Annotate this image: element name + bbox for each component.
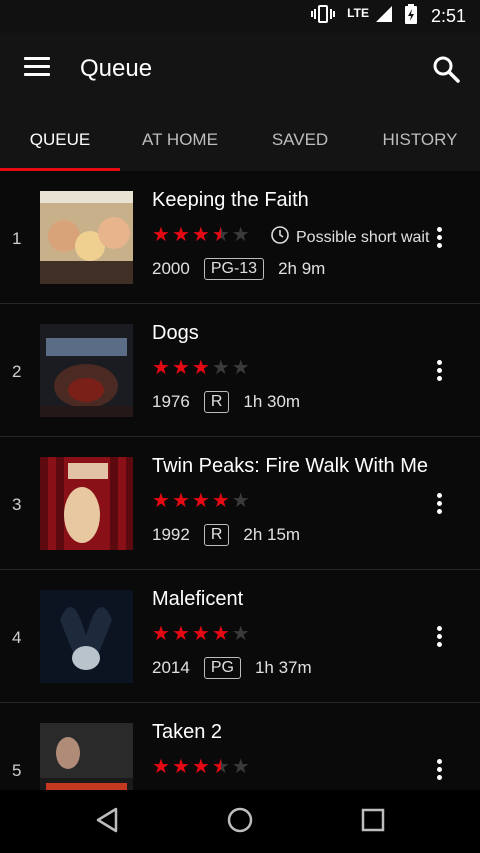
duration: 2h 15m: [243, 525, 301, 544]
tab-at-home[interactable]: AT HOME: [120, 106, 240, 171]
more-options-icon[interactable]: [434, 759, 444, 783]
system-nav-bar: [0, 790, 480, 853]
star-icon: ★: [191, 490, 210, 512]
star-empty-icon: ★: [231, 756, 250, 778]
title: Taken 2: [152, 721, 223, 743]
queue-position: 2: [12, 362, 22, 381]
tab-saved[interactable]: SAVED: [240, 106, 360, 171]
search-icon[interactable]: [432, 55, 460, 83]
list-item[interactable]: 5 Taken 2 ★ ★ ★ ★ ★: [0, 703, 480, 790]
meta-info: 2000 PG-13 2h 9m: [152, 258, 325, 280]
half-star-icon: ★: [211, 756, 230, 778]
year: 2000: [152, 259, 190, 278]
poster-image: [40, 324, 133, 417]
clock: 2:51: [430, 6, 466, 26]
star-icon: ★: [152, 224, 170, 246]
meta-info: 1976 R 1h 30m: [152, 391, 300, 413]
app-bar: Queue: [0, 33, 480, 106]
rating-badge: PG-13: [203, 258, 265, 280]
star-rating: ★ ★ ★ ★ ★: [152, 225, 250, 245]
star-icon: ★: [171, 623, 190, 645]
title: Dogs: [152, 322, 199, 344]
signal-icon: [375, 5, 393, 28]
star-icon: ★: [191, 756, 210, 778]
back-icon[interactable]: [94, 806, 120, 839]
title: Twin Peaks: Fire Walk With Me: [152, 455, 428, 477]
star-empty-icon: ★: [231, 224, 250, 246]
star-icon: ★: [171, 224, 190, 246]
more-options-icon[interactable]: [434, 360, 444, 384]
tab-history[interactable]: HISTORY: [360, 106, 480, 171]
queue-list: 1 Keeping the Faith ★ ★ ★ ★ ★ Possible s…: [0, 171, 480, 790]
tab-queue[interactable]: QUEUE: [0, 106, 120, 171]
queue-position: 5: [12, 761, 22, 780]
star-icon: ★: [191, 224, 210, 246]
star-icon: ★: [211, 490, 230, 512]
star-icon: ★: [152, 623, 170, 645]
star-empty-icon: ★: [231, 357, 250, 379]
vibrate-icon: [311, 4, 336, 29]
rating-badge: R: [203, 524, 230, 546]
home-icon[interactable]: [226, 806, 254, 839]
network-type: LTE: [347, 5, 369, 20]
star-icon: ★: [171, 490, 190, 512]
star-icon: ★: [191, 357, 210, 379]
queue-position: 1: [12, 229, 22, 248]
more-options-icon[interactable]: [434, 626, 444, 650]
poster-image: [40, 457, 133, 550]
wait-text: Possible short wait: [296, 228, 430, 246]
duration: 1h 30m: [243, 392, 301, 411]
star-empty-icon: ★: [231, 490, 250, 512]
star-icon: ★: [152, 490, 170, 512]
star-rating: ★ ★ ★ ★ ★: [152, 757, 250, 777]
queue-position: 4: [12, 628, 22, 647]
poster-image: [40, 723, 133, 790]
status-bar: LTE 2:51: [0, 0, 480, 33]
star-rating: ★ ★ ★ ★ ★: [152, 491, 250, 511]
star-icon: ★: [152, 357, 170, 379]
star-empty-icon: ★: [231, 623, 250, 645]
list-item[interactable]: 4 Maleficent ★ ★ ★ ★ ★ 2014 PG 1h 37m: [0, 570, 480, 703]
more-options-icon[interactable]: [434, 493, 444, 517]
meta-info: 2014 PG 1h 37m: [152, 657, 312, 679]
meta-info: 1992 R 2h 15m: [152, 524, 300, 546]
star-icon: ★: [152, 756, 170, 778]
rating-badge: PG: [203, 657, 241, 679]
year: 1992: [152, 525, 190, 544]
star-icon: ★: [191, 623, 210, 645]
page-title: Queue: [80, 55, 153, 82]
list-item[interactable]: 3 Twin Peaks: Fire Walk With Me ★ ★ ★ ★ …: [0, 437, 480, 570]
clock-icon: [270, 225, 290, 250]
title: Keeping the Faith: [152, 189, 309, 211]
battery-charging-icon: [404, 4, 417, 29]
queue-position: 3: [12, 495, 22, 514]
list-item[interactable]: 2 Dogs ★ ★ ★ ★ ★ 1976 R 1h 30m: [0, 304, 480, 437]
star-rating: ★ ★ ★ ★ ★: [152, 624, 250, 644]
star-icon: ★: [211, 623, 230, 645]
wait-status: Possible short wait: [270, 225, 429, 250]
rating-badge: R: [203, 391, 230, 413]
recents-icon[interactable]: [361, 806, 385, 839]
menu-icon[interactable]: [24, 57, 50, 79]
more-options-icon[interactable]: [434, 227, 444, 251]
poster-image: [40, 191, 133, 284]
year: 1976: [152, 392, 190, 411]
poster-image: [40, 590, 133, 683]
star-icon: ★: [171, 357, 190, 379]
star-rating: ★ ★ ★ ★ ★: [152, 358, 250, 378]
year: 2014: [152, 658, 190, 677]
duration: 1h 37m: [254, 658, 312, 677]
duration: 2h 9m: [278, 259, 326, 278]
list-item[interactable]: 1 Keeping the Faith ★ ★ ★ ★ ★ Possible s…: [0, 171, 480, 304]
tab-bar: QUEUE AT HOME SAVED HISTORY: [0, 106, 480, 171]
title: Maleficent: [152, 588, 244, 610]
half-star-icon: ★: [211, 224, 230, 246]
star-empty-icon: ★: [211, 357, 230, 379]
star-icon: ★: [171, 756, 190, 778]
